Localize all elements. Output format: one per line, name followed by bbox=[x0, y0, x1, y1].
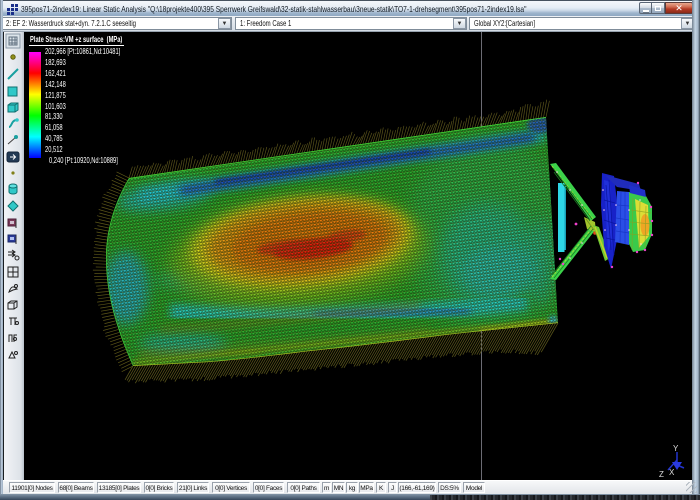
svg-text:Z: Z bbox=[659, 470, 664, 479]
svg-text:Y: Y bbox=[673, 444, 679, 453]
svg-text:X: X bbox=[669, 468, 675, 477]
